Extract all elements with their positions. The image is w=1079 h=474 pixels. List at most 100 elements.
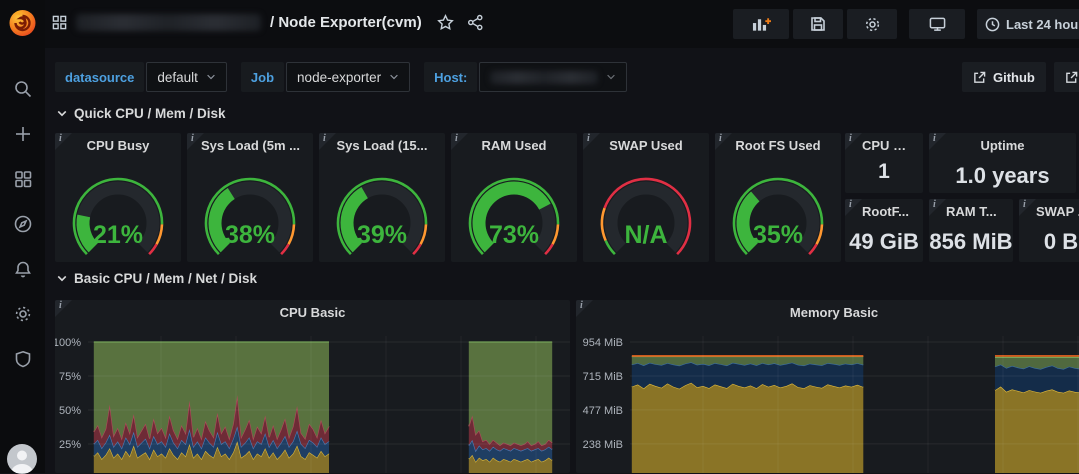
time-range-label: Last 24 hours	[1006, 16, 1079, 32]
panel-memory-basic: i Memory Basic 954 MiB 715 MiB 477 MiB 238 …	[576, 300, 1079, 473]
host-select[interactable]	[479, 62, 628, 92]
panel-swap-used: i SWAP Used N/A	[583, 133, 709, 262]
dashboard-settings-button[interactable]	[847, 9, 897, 39]
panel-info-icon[interactable]: i	[845, 133, 862, 150]
top-nav-bar: / Node Exporter(cvm) Last 24 hours	[45, 0, 1079, 48]
datasource-value: default	[157, 69, 198, 85]
redacted-folder-name	[76, 14, 261, 31]
panel-info-icon[interactable]: i	[1019, 199, 1036, 216]
svg-text:39%: 39%	[357, 221, 407, 249]
section-title: Quick CPU / Mem / Disk	[74, 106, 226, 121]
variables-row: datasource default Job node-exporter Hos…	[55, 62, 628, 92]
svg-text:477 MiB: 477 MiB	[583, 405, 623, 417]
svg-text:50%: 50%	[59, 405, 81, 417]
star-icon[interactable]	[436, 14, 454, 31]
svg-text:100%: 100%	[55, 337, 81, 349]
dashboard-grid-icon[interactable]	[52, 15, 67, 30]
alerting-bell-icon[interactable]	[12, 258, 33, 279]
svg-text:21%: 21%	[93, 221, 143, 249]
svg-text:715 MiB: 715 MiB	[583, 371, 623, 383]
panel-title[interactable]: CPU Basic	[55, 300, 570, 324]
time-range-picker[interactable]: Last 24 hours	[977, 9, 1079, 39]
grafana-logo[interactable]	[7, 7, 38, 38]
swap-used-gauge: N/A	[588, 161, 704, 262]
panel-info-icon[interactable]: i	[845, 199, 862, 216]
configuration-gear-icon[interactable]	[12, 303, 33, 324]
datasource-label: datasource	[55, 62, 145, 92]
sys-load-5m-gauge: 38%	[192, 161, 308, 262]
admin-shield-icon[interactable]	[12, 348, 33, 369]
panel-info-icon[interactable]: i	[55, 300, 72, 317]
panel-sys-load-15m: i Sys Load (15... 39%	[319, 133, 445, 262]
panel-title[interactable]: Root FS Used	[715, 133, 841, 157]
panel-cpu-cores: i CPU C... 1	[845, 133, 923, 193]
panel-swap-total: i SWAP ... 0 B	[1019, 199, 1079, 262]
panel-title[interactable]: SWAP Used	[583, 133, 709, 157]
panel-root-fs-used: i Root FS Used 35%	[715, 133, 841, 262]
sys-load-15m-gauge: 39%	[324, 161, 440, 262]
tv-mode-button[interactable]	[909, 9, 965, 39]
panel-sys-load-5m: i Sys Load (5m ... 38%	[187, 133, 313, 262]
cpu-busy-gauge: 21%	[60, 161, 176, 262]
panel-info-icon[interactable]: i	[929, 199, 946, 216]
panel-info-icon[interactable]: i	[187, 133, 204, 150]
job-label: Job	[240, 62, 285, 92]
section-title: Basic CPU / Mem / Net / Disk	[74, 271, 258, 286]
datasource-select[interactable]: default	[146, 62, 227, 92]
redacted-host-value	[490, 70, 599, 84]
job-select[interactable]: node-exporter	[286, 62, 411, 92]
save-dashboard-button[interactable]	[793, 9, 843, 39]
job-value: node-exporter	[297, 69, 382, 85]
panel-info-icon[interactable]: i	[319, 133, 336, 150]
stat-value: 1.0 years	[955, 163, 1050, 188]
panel-uptime: i Uptime 1.0 years	[929, 133, 1076, 193]
panel-title[interactable]: RAM Used	[451, 133, 577, 157]
left-sidebar	[0, 0, 45, 474]
breadcrumb: / Node Exporter(cvm)	[52, 14, 484, 31]
dashboard-links: Github Grafana	[962, 62, 1079, 92]
search-icon[interactable]	[12, 78, 33, 99]
row-quick-cpu-mem-disk[interactable]: Quick CPU / Mem / Disk	[57, 106, 226, 121]
panel-info-icon[interactable]: i	[715, 133, 732, 150]
panel-title[interactable]: Sys Load (5m ...	[187, 133, 313, 157]
chevron-down-icon	[607, 74, 616, 80]
page-title: / Node Exporter(cvm)	[270, 14, 422, 31]
row-basic-cpu-mem-net-disk[interactable]: Basic CPU / Mem / Net / Disk	[57, 271, 257, 286]
panel-title[interactable]: Uptime	[929, 133, 1076, 157]
panel-title[interactable]: Sys Load (15...	[319, 133, 445, 157]
explore-compass-icon[interactable]	[12, 213, 33, 234]
create-plus-icon[interactable]	[12, 123, 33, 144]
panel-cpu-basic: i CPU Basic 100% 75% 50% 25%	[55, 300, 570, 473]
clock-icon	[985, 17, 1000, 31]
svg-text:73%: 73%	[489, 221, 539, 249]
panel-title[interactable]: Memory Basic	[576, 300, 1079, 324]
svg-text:N/A: N/A	[624, 221, 667, 249]
chevron-down-icon	[207, 74, 215, 80]
cpu-basic-chart[interactable]: 100% 75% 50% 25%	[55, 330, 570, 473]
github-link[interactable]: Github	[962, 62, 1046, 92]
external-link-icon	[974, 71, 986, 83]
chevron-down-icon	[57, 275, 67, 282]
dashboards-icon[interactable]	[12, 168, 33, 189]
svg-text:238 MiB: 238 MiB	[583, 439, 623, 451]
user-avatar[interactable]	[7, 444, 37, 474]
panel-info-icon[interactable]: i	[929, 133, 946, 150]
panel-ram-total: i RAM T... 856 MiB	[929, 199, 1013, 262]
dashboard-toolbar: Last 24 hours 1m	[733, 9, 1079, 39]
chevron-down-icon	[57, 110, 67, 117]
panel-title[interactable]: CPU Busy	[55, 133, 181, 157]
panel-info-icon[interactable]: i	[576, 300, 593, 317]
panel-info-icon[interactable]: i	[583, 133, 600, 150]
grafana-link[interactable]: Grafana	[1053, 62, 1079, 92]
host-label: Host:	[424, 62, 478, 92]
panel-rootfs-total: i RootF... 49 GiB	[845, 199, 923, 262]
share-icon[interactable]	[467, 14, 484, 31]
add-panel-button[interactable]	[733, 9, 789, 39]
svg-text:954 MiB: 954 MiB	[583, 337, 623, 349]
stat-value: 1	[878, 160, 890, 183]
svg-text:35%: 35%	[753, 221, 803, 249]
panel-info-icon[interactable]: i	[55, 133, 72, 150]
ram-used-gauge: 73%	[456, 161, 572, 262]
panel-info-icon[interactable]: i	[451, 133, 468, 150]
memory-basic-chart[interactable]: 954 MiB 715 MiB 477 MiB 238 MiB	[576, 330, 1079, 473]
